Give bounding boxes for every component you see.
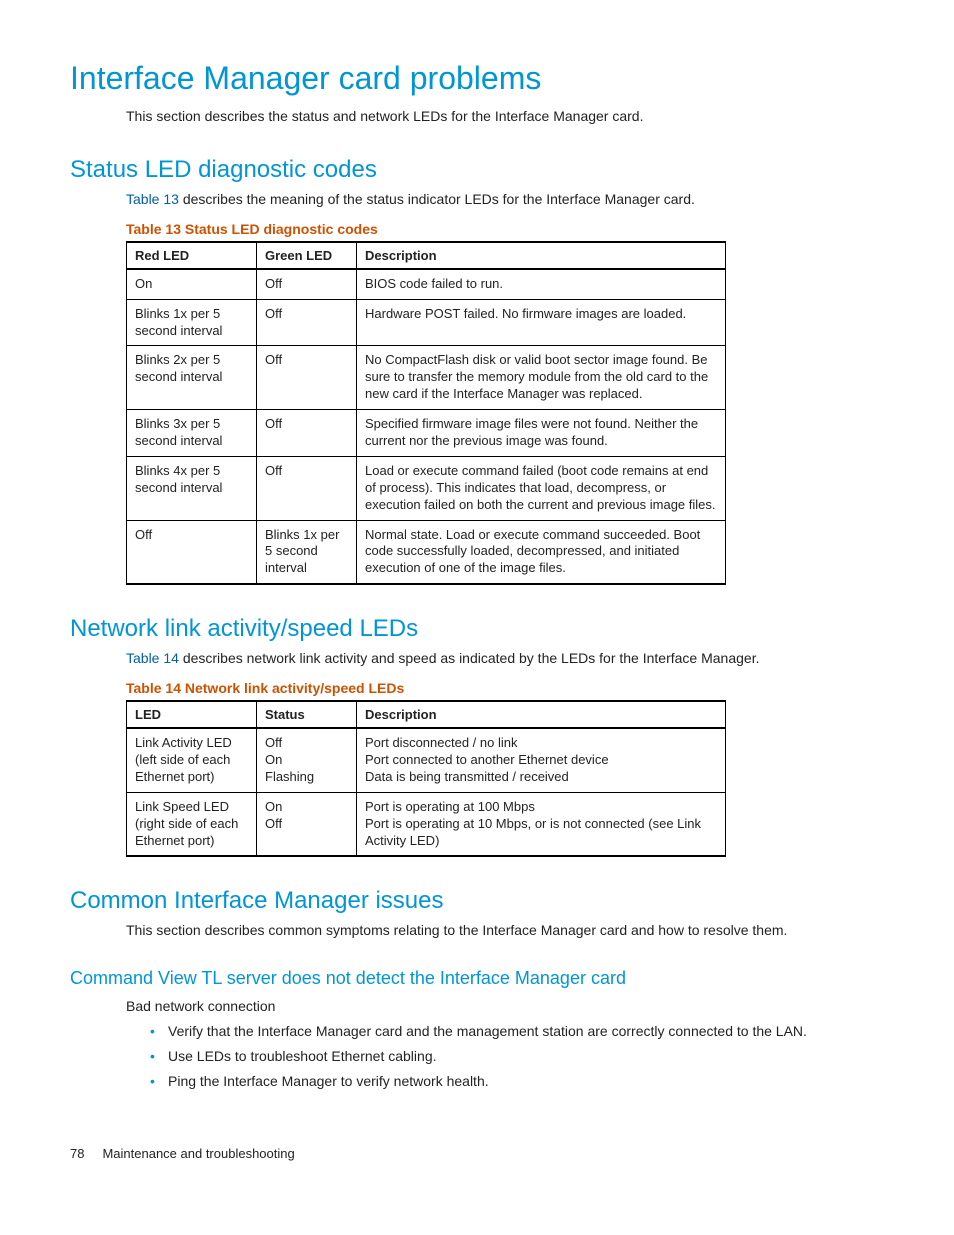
cell: Blinks 4x per 5 second interval	[127, 456, 257, 520]
table-row: On Off BIOS code failed to run.	[127, 269, 726, 299]
cell: Specified firmware image files were not …	[357, 410, 726, 457]
table-row: Blinks 4x per 5 second interval Off Load…	[127, 456, 726, 520]
section-network-leds: Network link activity/speed LEDs	[70, 615, 884, 643]
table-row: Link Activity LED (left side of each Eth…	[127, 728, 726, 792]
cell: Link Speed LED (right side of each Ether…	[127, 792, 257, 856]
intro-paragraph: This section describes the status and ne…	[126, 107, 884, 126]
cell: Off	[257, 346, 357, 410]
page-number: 78	[70, 1146, 84, 1161]
table-row: Blinks 2x per 5 second interval Off No C…	[127, 346, 726, 410]
th-led: LED	[127, 701, 257, 728]
table-row: Blinks 1x per 5 second interval Off Hard…	[127, 299, 726, 346]
network-led-lead: Table 14 describes network link activity…	[126, 649, 884, 668]
status-led-lead-text: describes the meaning of the status indi…	[179, 191, 695, 207]
cell: Port disconnected / no linkPort connecte…	[357, 728, 726, 792]
cell: Load or execute command failed (boot cod…	[357, 456, 726, 520]
cell: Off	[257, 410, 357, 457]
table-row: Blinks 3x per 5 second interval Off Spec…	[127, 410, 726, 457]
cell: Blinks 1x per 5 second interval	[127, 299, 257, 346]
cell: Blinks 2x per 5 second interval	[127, 346, 257, 410]
cell: Off	[257, 456, 357, 520]
table-row: Link Speed LED (right side of each Ether…	[127, 792, 726, 856]
th-description: Description	[357, 242, 726, 269]
cell: Hardware POST failed. No firmware images…	[357, 299, 726, 346]
list-item: Use LEDs to troubleshoot Ethernet cablin…	[150, 1047, 884, 1066]
cell: Normal state. Load or execute command su…	[357, 520, 726, 584]
cell: BIOS code failed to run.	[357, 269, 726, 299]
cell: OffOnFlashing	[257, 728, 357, 792]
status-led-lead: Table 13 describes the meaning of the st…	[126, 190, 884, 209]
cell: Port is operating at 100 MbpsPort is ope…	[357, 792, 726, 856]
table-row: Off Blinks 1x per 5 second interval Norm…	[127, 520, 726, 584]
table14-caption: Table 14 Network link activity/speed LED…	[126, 680, 884, 696]
table-header-row: Red LED Green LED Description	[127, 242, 726, 269]
table13-caption: Table 13 Status LED diagnostic codes	[126, 221, 884, 237]
table14: LED Status Description Link Activity LED…	[126, 700, 726, 857]
list-item: Verify that the Interface Manager card a…	[150, 1022, 884, 1041]
section-status-led: Status LED diagnostic codes	[70, 156, 884, 184]
th-red-led: Red LED	[127, 242, 257, 269]
page-title: Interface Manager card problems	[70, 60, 884, 97]
subsection-cvtl-not-detect: Command View TL server does not detect t…	[70, 968, 884, 989]
cell: Off	[257, 299, 357, 346]
page-footer: 78 Maintenance and troubleshooting	[70, 1146, 884, 1161]
table14-link[interactable]: Table 14	[126, 650, 179, 666]
cell: Blinks 1x per 5 second interval	[257, 520, 357, 584]
cell: Off	[127, 520, 257, 584]
th-description: Description	[357, 701, 726, 728]
cell: On	[127, 269, 257, 299]
th-status: Status	[257, 701, 357, 728]
common-issues-body: This section describes common symptoms r…	[126, 921, 884, 940]
table13: Red LED Green LED Description On Off BIO…	[126, 241, 726, 585]
network-led-lead-text: describes network link activity and spee…	[179, 650, 760, 666]
bad-connection-label: Bad network connection	[126, 997, 884, 1016]
table-header-row: LED Status Description	[127, 701, 726, 728]
th-green-led: Green LED	[257, 242, 357, 269]
cell: Link Activity LED (left side of each Eth…	[127, 728, 257, 792]
cell: OnOff	[257, 792, 357, 856]
footer-section: Maintenance and troubleshooting	[102, 1146, 294, 1161]
troubleshoot-list: Verify that the Interface Manager card a…	[150, 1022, 884, 1091]
list-item: Ping the Interface Manager to verify net…	[150, 1072, 884, 1091]
cell: Off	[257, 269, 357, 299]
cell: No CompactFlash disk or valid boot secto…	[357, 346, 726, 410]
cell: Blinks 3x per 5 second interval	[127, 410, 257, 457]
section-common-issues: Common Interface Manager issues	[70, 887, 884, 915]
table13-link[interactable]: Table 13	[126, 191, 179, 207]
